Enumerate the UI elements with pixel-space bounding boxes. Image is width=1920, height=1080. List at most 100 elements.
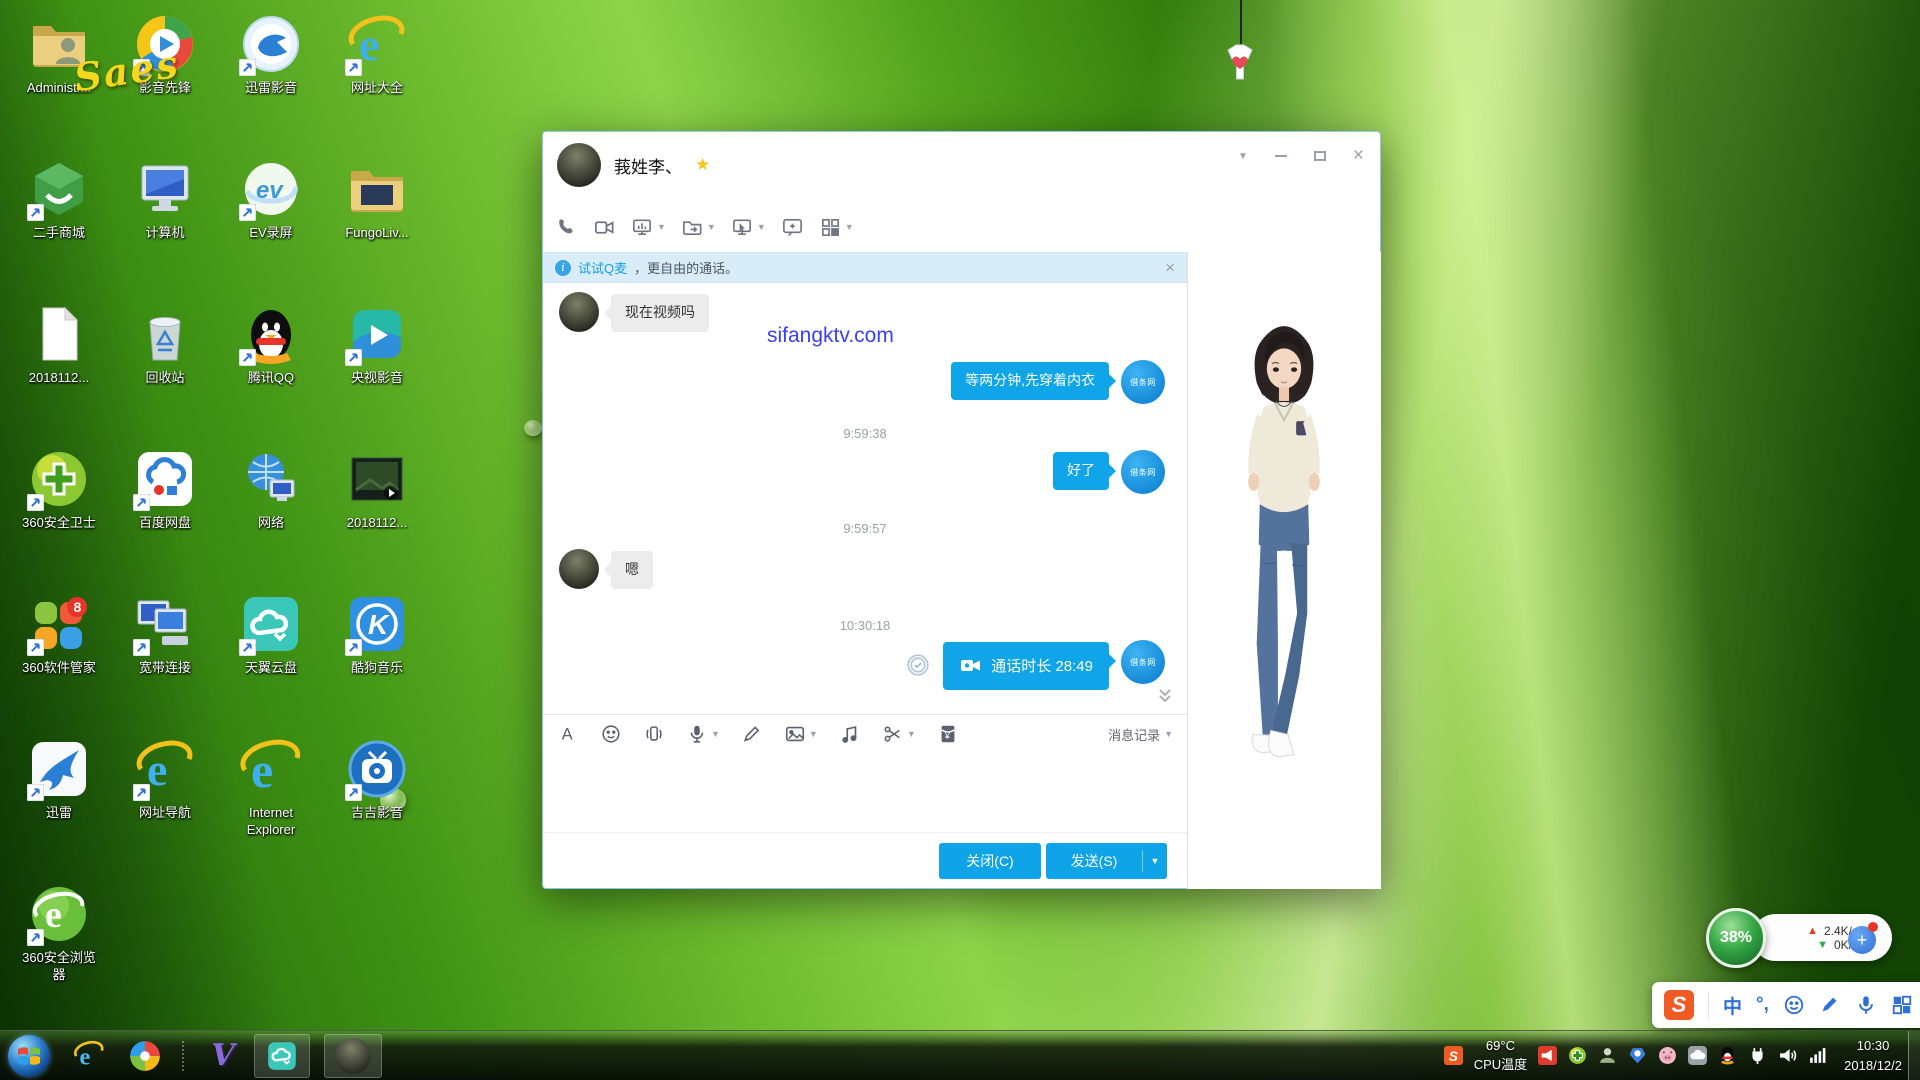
dropdown-caret-icon[interactable]: ▼: [757, 222, 766, 232]
desktop-icon-ie[interactable]: e网址大全: [325, 4, 429, 149]
peer-avatar[interactable]: [557, 143, 601, 187]
self-avatar[interactable]: 借条网: [1121, 360, 1165, 404]
taskbar-clock[interactable]: 10:302018/12/2: [1844, 1036, 1902, 1075]
taskbar-browser-swirl-icon[interactable]: [128, 1039, 162, 1073]
tray-power-plug-icon[interactable]: [1748, 1046, 1767, 1065]
taskbar-purple-v-icon[interactable]: V: [206, 1039, 240, 1073]
tray-megaphone-icon[interactable]: [1538, 1046, 1557, 1065]
close-window-button[interactable]: ×: [1353, 148, 1364, 164]
green-box-icon: [27, 157, 91, 221]
cpu-temperature-tray[interactable]: 69°CCPU温度: [1474, 1037, 1527, 1075]
desktop-icon-tianyi[interactable]: 天翼云盘: [219, 584, 323, 729]
tray-volume-icon[interactable]: [1778, 1046, 1797, 1065]
tshirt-heart-icon[interactable]: [1218, 42, 1262, 82]
qq-show-avatar[interactable]: [1232, 310, 1336, 780]
dropdown-caret-icon[interactable]: ▼: [907, 729, 916, 739]
desktop-icon-green-box[interactable]: 二手商城: [7, 149, 111, 294]
desktop-icon-soft360[interactable]: 8360软件管家: [7, 584, 111, 729]
apps-icon[interactable]: ▼: [819, 216, 854, 239]
maximize-button[interactable]: [1314, 148, 1326, 164]
desktop-icon-document[interactable]: 2018112...: [7, 294, 111, 439]
sogou-logo-icon[interactable]: S: [1664, 990, 1694, 1020]
desktop-icon-baidupan[interactable]: 百度网盘: [113, 439, 217, 584]
music-icon[interactable]: [839, 723, 861, 745]
shortcut-arrow-icon: [27, 929, 44, 946]
desktop-icon-jiji[interactable]: 吉吉影音: [325, 729, 429, 874]
memory-ball-widget[interactable]: 38%: [1706, 908, 1766, 968]
screen-share-icon[interactable]: ▼: [631, 216, 666, 239]
voice-record-icon[interactable]: ▼: [686, 723, 720, 745]
self-avatar[interactable]: 借条网: [1121, 640, 1165, 684]
voice-call-icon[interactable]: [555, 216, 578, 239]
ime-handwrite-icon[interactable]: [1819, 994, 1841, 1016]
tray-pig-icon[interactable]: [1658, 1046, 1677, 1065]
desktop-icon-cctv[interactable]: 央视影音: [325, 294, 429, 439]
tray-contact-icon[interactable]: [1598, 1046, 1617, 1065]
screenshot-icon[interactable]: ▼: [882, 723, 916, 745]
ime-voice-icon[interactable]: [1855, 994, 1877, 1016]
window-menu-caret-icon[interactable]: ▼: [1238, 148, 1248, 164]
font-icon[interactable]: A: [557, 723, 579, 745]
dropdown-caret-icon[interactable]: ▼: [809, 729, 818, 739]
desktop-icon-computer[interactable]: 计算机: [113, 149, 217, 294]
tray-qq-mini-icon[interactable]: [1718, 1046, 1737, 1065]
red-packet-icon[interactable]: ¥: [937, 723, 959, 745]
desktop-icon-label: 2018112...: [29, 370, 89, 387]
start-button[interactable]: [8, 1035, 50, 1077]
message-history-button[interactable]: 消息记录▼: [1108, 725, 1173, 744]
desktop-icon-xunlei-player[interactable]: 迅雷影音: [219, 4, 323, 149]
show-desktop-button[interactable]: [1908, 1031, 1920, 1080]
tray-cloud-sync-icon[interactable]: [1688, 1046, 1707, 1065]
desktop-icon-ie-big[interactable]: eInternet Explorer: [219, 729, 323, 874]
ime-emoji-icon[interactable]: [1783, 994, 1805, 1016]
send-file-icon[interactable]: ▼: [681, 216, 716, 239]
tray-ball360-icon[interactable]: [1568, 1046, 1587, 1065]
peer-avatar[interactable]: [559, 549, 599, 589]
send-options-caret-icon[interactable]: ▼: [1143, 856, 1167, 866]
minimize-button[interactable]: [1275, 148, 1287, 164]
emoji-icon[interactable]: [600, 723, 622, 745]
dropdown-caret-icon[interactable]: ▼: [845, 222, 854, 232]
taskbar-button-tianyi-cloud[interactable]: [254, 1034, 310, 1078]
desktop-icon-ball360[interactable]: 360安全卫士: [7, 439, 111, 584]
send-button[interactable]: 发送(S) ▼: [1046, 843, 1167, 879]
self-avatar[interactable]: 借条网: [1121, 450, 1165, 494]
desktop-icon-video-thumb[interactable]: 2018112...: [325, 439, 429, 584]
dropdown-caret-icon[interactable]: ▼: [707, 222, 716, 232]
desktop-icon-network[interactable]: 网络: [219, 439, 323, 584]
taskbar-button-qq-chat[interactable]: [324, 1034, 382, 1078]
handwrite-icon[interactable]: [741, 723, 763, 745]
tray-sogou-s-icon[interactable]: S: [1444, 1046, 1463, 1065]
desktop-icon-xunlei[interactable]: 迅雷: [7, 729, 111, 874]
scroll-to-bottom-icon[interactable]: [1157, 688, 1173, 708]
desktop-icon-browser360[interactable]: e360安全浏览器: [7, 874, 111, 1019]
desktop-icon-ev[interactable]: evEV录屏: [219, 149, 323, 294]
call-record-bubble[interactable]: 通话时长 28:49: [943, 642, 1109, 690]
ime-mode-toggle[interactable]: 中: [1723, 992, 1742, 1019]
video-call-icon[interactable]: [593, 216, 616, 239]
remote-assist-icon[interactable]: ▼: [731, 216, 766, 239]
tray-network-signal-icon[interactable]: [1808, 1046, 1827, 1065]
desktop-icon-ie[interactable]: e网址导航: [113, 729, 217, 874]
message-area: sifangktv.com 现在视频吗 等两分钟,先穿着内衣 借条网 9:59:…: [543, 284, 1187, 714]
dropdown-caret-icon: ▼: [1164, 729, 1173, 739]
desktop-icon-folder-dark[interactable]: FungoLiv...: [325, 149, 429, 294]
close-button[interactable]: 关闭(C): [939, 843, 1041, 879]
desktop-icon-broadband[interactable]: 宽带连接: [113, 584, 217, 729]
dropdown-caret-icon[interactable]: ▼: [711, 729, 720, 739]
peer-avatar[interactable]: [559, 292, 599, 332]
shake-icon[interactable]: [643, 723, 665, 745]
dropdown-caret-icon[interactable]: ▼: [657, 222, 666, 232]
create-group-icon[interactable]: [781, 216, 804, 239]
desktop-icon-recycle[interactable]: 回收站: [113, 294, 217, 439]
tray-baidu-ime-icon[interactable]: [1628, 1046, 1647, 1065]
notice-link[interactable]: 试试Q麦: [578, 258, 627, 277]
desktop-icon-qq[interactable]: 腾讯QQ: [219, 294, 323, 439]
ime-punctuation-toggle[interactable]: °,: [1756, 994, 1769, 1016]
notice-close-icon[interactable]: ×: [1165, 258, 1175, 278]
image-icon[interactable]: ▼: [784, 723, 818, 745]
taskbar-internet-explorer-icon[interactable]: e: [72, 1039, 106, 1073]
soft360-icon: 8: [27, 592, 91, 656]
ime-toolbox-icon[interactable]: [1891, 994, 1913, 1016]
desktop-icon-kugou[interactable]: K酷狗音乐: [325, 584, 429, 729]
